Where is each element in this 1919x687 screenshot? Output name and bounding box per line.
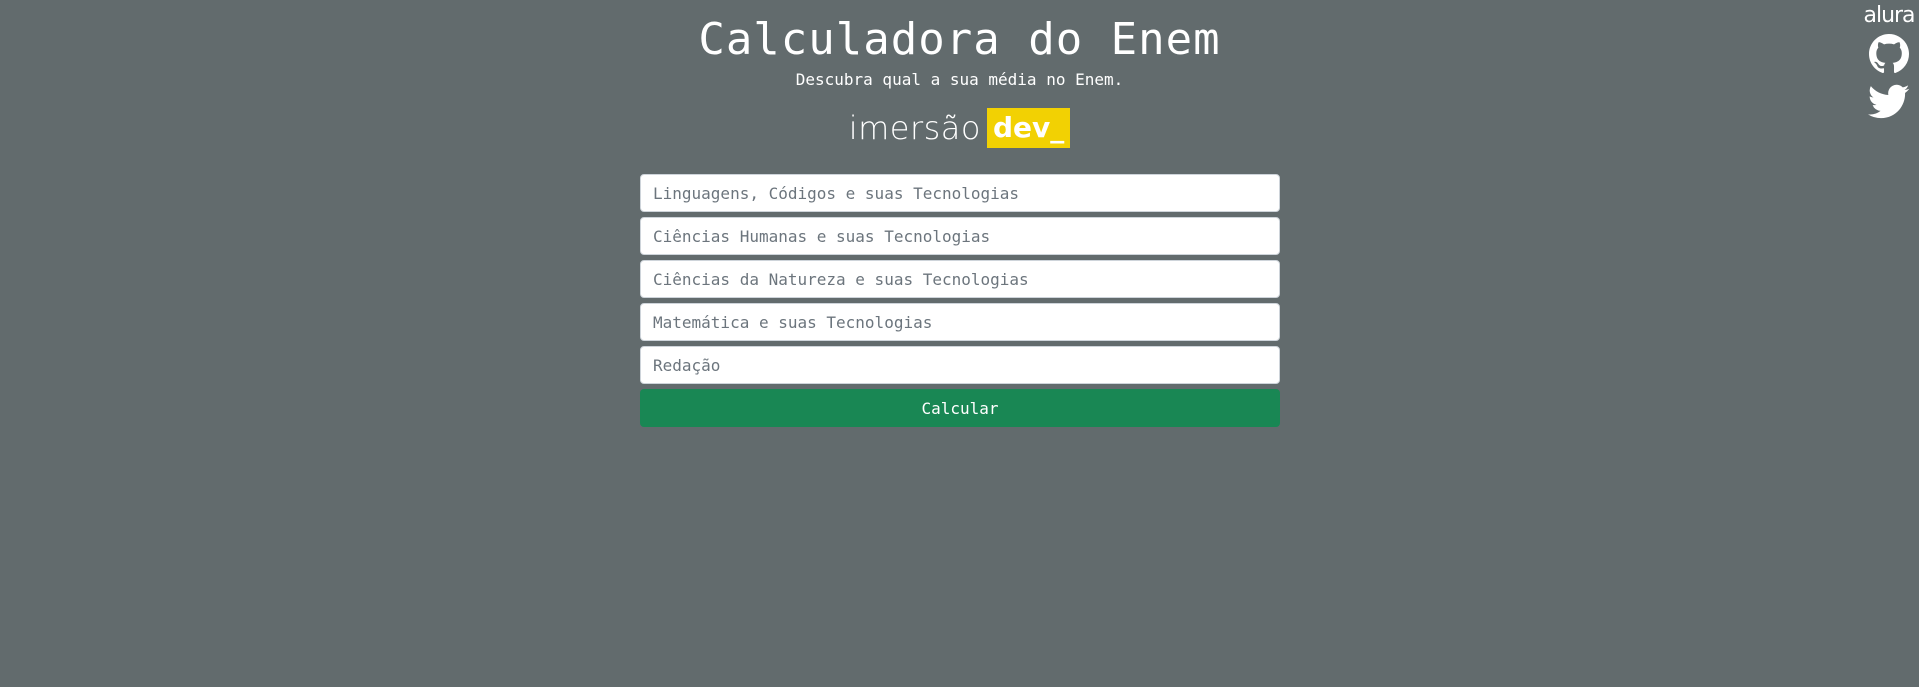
twitter-link[interactable]: [1868, 84, 1910, 124]
page-title: Calculadora do Enem: [698, 14, 1221, 65]
alura-link[interactable]: alura: [1863, 4, 1915, 28]
linguagens-input[interactable]: [640, 174, 1280, 212]
brand-word: imersão: [848, 109, 981, 147]
ciencias-natureza-input[interactable]: [640, 260, 1280, 298]
matematica-input[interactable]: [640, 303, 1280, 341]
ciencias-humanas-input[interactable]: [640, 217, 1280, 255]
github-icon: [1869, 34, 1909, 74]
github-link[interactable]: [1869, 34, 1909, 78]
twitter-icon: [1868, 84, 1910, 119]
grades-form: Calcular: [640, 174, 1280, 427]
page-subtitle: Descubra qual a sua média no Enem.: [795, 70, 1124, 89]
imersao-dev-logo: imersão dev_: [0, 108, 1919, 148]
brand-tag: dev_: [986, 108, 1071, 148]
redacao-input[interactable]: [640, 346, 1280, 384]
calcular-button[interactable]: Calcular: [640, 389, 1280, 427]
social-links: alura: [1863, 4, 1916, 124]
